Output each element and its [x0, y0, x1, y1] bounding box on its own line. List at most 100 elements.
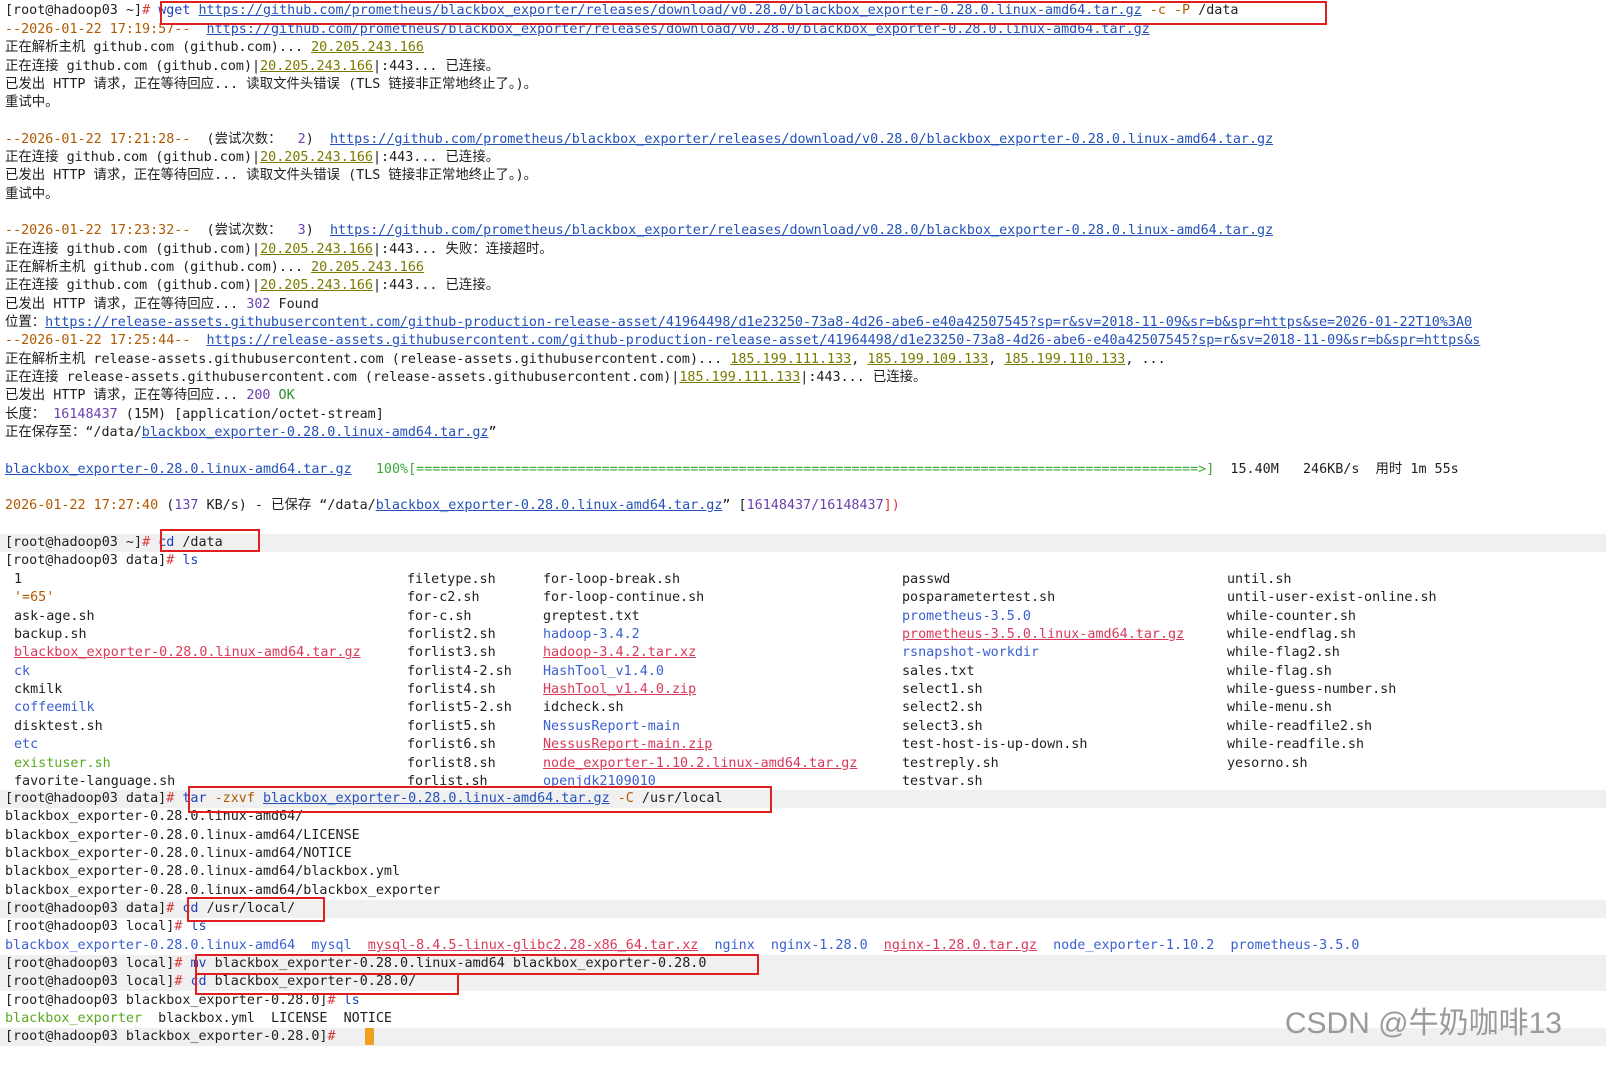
ls-file-entry: HashTool_v1.4.0 — [543, 663, 664, 679]
terminal-text-segment: 正在连接 github.com (github.com)| — [5, 242, 261, 257]
terminal-text-segment: 正在连接 github.com (github.com)| — [5, 278, 261, 293]
terminal-text-segment: [root@hadoop03 ~] — [5, 535, 143, 550]
terminal-text-segment: blackbox_exporter-0.28.0.linux-amd64/bla… — [5, 864, 401, 879]
ls-file-entry: NessusReport-main — [543, 718, 681, 734]
ls-file-entry: forlist6.sh — [407, 737, 496, 753]
terminal-text-segment: 2 — [289, 132, 306, 147]
terminal-text-segment: 15.40M 246KB/s 用时 1m 55s — [1214, 462, 1459, 477]
ls-file-entry: '=65' — [14, 590, 55, 606]
ls-file-entry: testvar.sh — [902, 773, 983, 789]
terminal-text-segment: [root@hadoop03 data] — [5, 791, 167, 806]
ls-file-entry: for-c2.sh — [407, 590, 480, 606]
ls-file-entry: etc — [14, 737, 39, 753]
ls-file-entry: forlist5.sh — [407, 718, 496, 734]
terminal-text-segment: nginx-1.28.0 — [770, 938, 868, 953]
terminal-line: blackbox_exporter-0.28.0.linux-amd64 mys… — [5, 937, 1359, 955]
terminal-text-segment: ]) — [883, 498, 900, 513]
highlight-box-tar — [188, 786, 772, 813]
ls-file-entry: while-menu.sh — [1227, 700, 1332, 716]
terminal-text-segment: |:443... 已连接。 — [372, 150, 500, 165]
ls-file-entry: 1 — [14, 572, 23, 587]
terminal-text-segment: ) — [305, 223, 330, 238]
watermark-text: CSDN @牛奶咖啡13 — [1284, 1007, 1562, 1040]
terminal-text-segment: 位置： — [5, 315, 46, 330]
terminal-text-segment: blackbox_exporter — [5, 1011, 143, 1026]
terminal-text-segment[interactable]: blackbox_exporter-0.28.0.linux-amd64.tar… — [376, 498, 723, 513]
terminal-text-segment[interactable]: https://release-assets.githubusercontent… — [45, 315, 1472, 330]
highlight-box-cd-blackbox — [195, 973, 459, 995]
terminal-text-segment: ) — [305, 132, 330, 147]
ls-file-entry: while-endflag.sh — [1227, 627, 1356, 643]
terminal-text-segment[interactable]: https://github.com/prometheus/blackbox_e… — [330, 132, 1273, 147]
terminal-line: blackbox_exporter-0.28.0.linux-amd64.tar… — [5, 461, 1459, 479]
terminal-text-segment: 185.199.111.133 — [679, 370, 801, 385]
ls-file-entry: filetype.sh — [407, 572, 496, 587]
highlight-box-mv — [195, 954, 759, 975]
terminal-text-segment[interactable]: blackbox_exporter-0.28.0.linux-amd64.tar… — [142, 425, 489, 440]
ls-file-entry: ck — [14, 663, 31, 679]
terminal-text-segment: blackbox.yml LICENSE NOTICE — [142, 1011, 392, 1026]
terminal-text-segment: KB/s) - 已保存 “/data/ — [198, 498, 376, 513]
terminal-text-segment: # — [166, 901, 183, 916]
terminal-text-segment: # — [166, 791, 183, 806]
terminal-text-segment: [root@hadoop03 local] — [5, 956, 175, 971]
terminal-line: --2026-01-22 17:25:44-- https://release-… — [5, 332, 1480, 350]
ls-file-entry: favorite-language.sh — [14, 773, 176, 789]
terminal-text-segment: (尝试次数： — [206, 132, 290, 147]
terminal-line: 正在连接 github.com (github.com)|20.205.243.… — [5, 277, 499, 295]
terminal-text-segment[interactable]: blackbox_exporter-0.28.0.linux-amd64.tar… — [5, 462, 352, 477]
terminal-text-segment: # — [327, 993, 344, 1008]
terminal-line: [root@hadoop03 blackbox_exporter-0.28.0]… — [5, 1028, 344, 1046]
ls-file-entry: test-host-is-up-down.sh — [902, 737, 1088, 753]
terminal-text-segment: (尝试次数： — [206, 223, 290, 238]
terminal-text-segment: 16148437 — [53, 407, 118, 422]
terminal-line: 正在连接 release-assets.githubusercontent.co… — [5, 369, 926, 387]
ls-file-entry: HashTool_v1.4.0.zip — [543, 682, 697, 698]
terminal-text-segment: --2026-01-22 17:21:28-- — [5, 132, 207, 147]
terminal-text-segment: ls — [343, 993, 360, 1008]
ls-file-entry: while-readfile.sh — [1227, 737, 1365, 753]
terminal-text-segment: 302 — [246, 297, 271, 312]
terminal-text-segment[interactable]: https://github.com/prometheus/blackbox_e… — [330, 223, 1273, 238]
terminal-line: 已发出 HTTP 请求，正在等待回应... 读取文件头错误 (TLS 链接非正常… — [5, 167, 537, 185]
terminal-cursor — [365, 1028, 374, 1045]
terminal-text-segment: blackbox_exporter-0.28.0.linux-amd64 — [5, 938, 296, 953]
terminal-line: 正在解析主机 github.com (github.com)... 20.205… — [5, 259, 424, 277]
terminal-text-segment: 已发出 HTTP 请求，正在等待回应... 读取文件头错误 (TLS 链接非正常… — [5, 77, 538, 92]
terminal-text-segment: 3 — [289, 223, 306, 238]
terminal-text-segment: 已发出 HTTP 请求，正在等待回应... — [5, 297, 247, 312]
terminal-text-segment: 正在解析主机 github.com (github.com)... — [5, 40, 312, 55]
ls-file-entry: while-flag2.sh — [1227, 645, 1340, 661]
terminal-line: 已发出 HTTP 请求，正在等待回应... 200 OK — [5, 387, 295, 405]
terminal-text-segment: # — [174, 956, 191, 971]
terminal-text-segment: # — [166, 553, 183, 568]
terminal-text-segment: 16148437/16148437 — [746, 498, 884, 513]
terminal-line: 正在保存至：“/data/blackbox_exporter-0.28.0.li… — [5, 424, 497, 442]
terminal-text-segment: 185.199.110.133 — [1004, 352, 1126, 367]
terminal-line: 长度： 16148437 (15M) [application/octet-st… — [5, 406, 384, 424]
terminal-line: --2026-01-22 17:21:28-- (尝试次数： 2) https:… — [5, 131, 1273, 149]
terminal-line: 重试中。 — [5, 94, 59, 112]
ls-file-entry: while-counter.sh — [1227, 608, 1356, 624]
terminal-text-segment: , — [851, 352, 868, 367]
terminal-line: blackbox_exporter-0.28.0.linux-amd64/bla… — [5, 863, 400, 881]
ls-file-entry: select1.sh — [902, 682, 983, 698]
terminal-text-segment[interactable]: https://release-assets.githubusercontent… — [207, 333, 1481, 348]
terminal-text-segment: blackbox_exporter-0.28.0.linux-amd64/bla… — [5, 883, 441, 898]
ls-file-entry: forlist2.sh — [407, 627, 496, 643]
terminal-text-segment: Found — [270, 297, 319, 312]
ls-file-entry: while-guess-number.sh — [1227, 682, 1397, 698]
ls-file-entry: idcheck.sh — [543, 700, 624, 716]
terminal-text-segment: ls — [182, 553, 199, 568]
terminal-text-segment: , ... — [1125, 352, 1166, 367]
terminal-text-segment: 正在连接 github.com (github.com)| — [5, 59, 261, 74]
terminal-window[interactable]: [root@hadoop03 ~]# wget https://github.c… — [0, 0, 1606, 1071]
highlight-box-cd-data — [160, 529, 260, 552]
terminal-text-segment: [root@hadoop03 ~] — [5, 3, 143, 18]
terminal-text-segment: OK — [270, 388, 295, 403]
terminal-text-segment: 185.199.111.133 — [730, 352, 852, 367]
terminal-text-segment: , — [988, 352, 1005, 367]
